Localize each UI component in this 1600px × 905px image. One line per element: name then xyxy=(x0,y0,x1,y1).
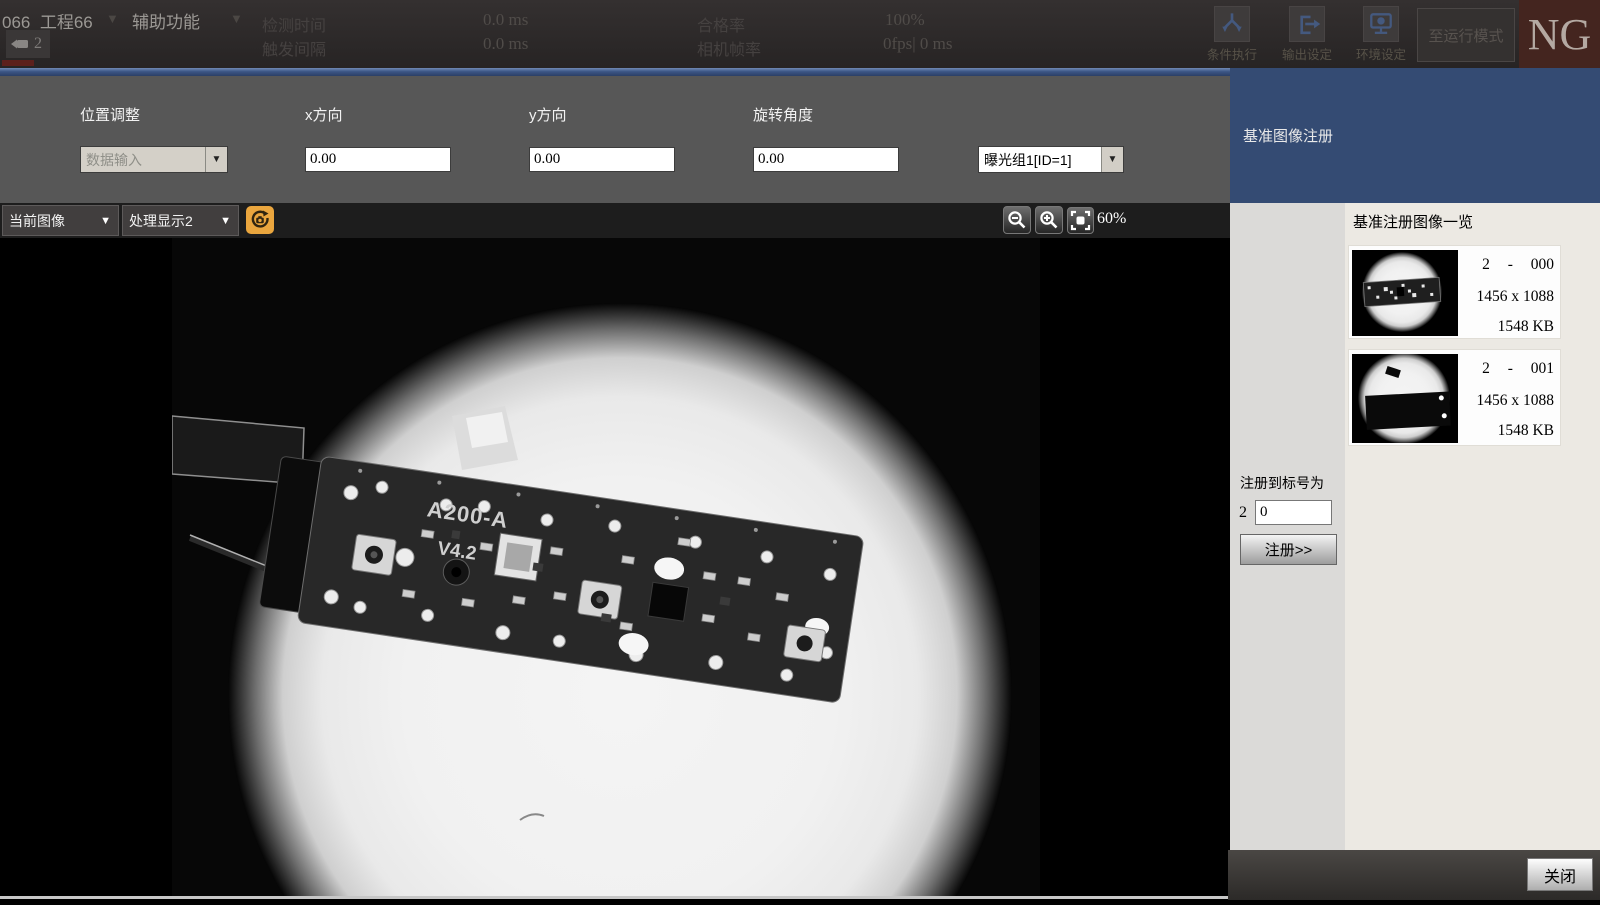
list-title: 基准注册图像一览 xyxy=(1353,211,1473,232)
status-badge: NG xyxy=(1519,0,1600,68)
list-item[interactable]: 2 - 000 1456 x 1088 1548 KB xyxy=(1348,245,1561,339)
camera-tab[interactable]: 2 xyxy=(6,30,50,58)
stat-value: 100% xyxy=(885,10,925,30)
chevron-down-icon: ▼ xyxy=(1101,147,1123,172)
project-dropdown-icon[interactable]: ▼ xyxy=(106,11,119,26)
target-index-field[interactable] xyxy=(1255,500,1332,525)
tool-label: 输出设定 xyxy=(1275,44,1339,63)
x-direction-label: x方向 xyxy=(305,104,343,125)
image-size: 1456 x 1088 xyxy=(1477,288,1555,306)
stat-value: 0.0 ms xyxy=(483,10,528,30)
environment-settings-button[interactable]: 环境设定 xyxy=(1349,6,1413,63)
image-source-select[interactable]: 当前图像 ▼ xyxy=(2,205,119,236)
registered-image-list: 基准注册图像一览 2 - 000 14 xyxy=(1345,203,1600,850)
selected-option: 曝光组1[ID=1] xyxy=(979,150,1101,170)
thumbnail-image xyxy=(1352,250,1458,336)
divider xyxy=(0,896,1228,899)
chevron-down-icon: ▼ xyxy=(220,215,238,227)
chevron-down-icon: ▼ xyxy=(205,147,227,172)
dialog-title: 基准图像注册 xyxy=(1243,125,1333,146)
camera-image: A200-A V4.2 xyxy=(172,238,1040,900)
tool-label: 条件执行 xyxy=(1200,44,1264,63)
stat-label: 触发间隔 xyxy=(262,36,326,60)
list-item[interactable]: 2 - 001 1456 x 1088 1548 KB xyxy=(1348,349,1561,446)
selected-option: 当前图像 xyxy=(3,211,100,231)
zoom-in-icon xyxy=(1038,209,1060,231)
y-direction-field[interactable] xyxy=(529,147,675,172)
close-button[interactable]: 关闭 xyxy=(1527,858,1593,891)
fit-screen-icon xyxy=(1070,210,1091,231)
stat-value: 0.0 ms xyxy=(483,34,528,54)
output-settings-button[interactable]: 输出设定 xyxy=(1275,6,1339,63)
register-target-panel: 注册到标号为 2 注册>> xyxy=(1230,203,1345,850)
camera-icon xyxy=(10,37,30,51)
target-group-number: 2 xyxy=(1239,504,1247,522)
flow-branch-icon xyxy=(1214,6,1250,42)
image-id: 2 - 000 xyxy=(1482,256,1554,274)
position-mode-select[interactable]: 数据输入 ▼ xyxy=(80,146,228,173)
selected-option: 数据输入 xyxy=(81,150,205,170)
rotation-angle-label: 旋转角度 xyxy=(753,104,813,125)
aux-dropdown-icon[interactable]: ▼ xyxy=(230,11,243,26)
dialog-footer: 关闭 xyxy=(1228,850,1600,900)
zoom-level: 60% xyxy=(1097,210,1126,228)
zoom-in-button[interactable] xyxy=(1035,206,1063,234)
thumbnail-image xyxy=(1352,354,1458,443)
position-adjust-label: 位置调整 xyxy=(80,104,140,125)
chevron-down-icon: ▼ xyxy=(100,215,118,227)
dialog-header: 基准图像注册 xyxy=(1230,68,1600,203)
top-bar: 066_工程66 ▼ 辅助功能 ▼ 2 检测时间 0.0 ms 触发间隔 0.0… xyxy=(0,0,1600,68)
stat-label: 合格率 xyxy=(697,12,745,36)
image-filesize: 1548 KB xyxy=(1498,422,1554,440)
exposure-group-select[interactable]: 曝光组1[ID=1] ▼ xyxy=(978,146,1124,173)
camera-view[interactable]: A200-A V4.2 xyxy=(0,238,1230,900)
export-icon xyxy=(1289,6,1325,42)
camera-refresh-icon xyxy=(249,209,271,231)
position-adjust-panel: 位置调整 数据输入 ▼ x方向 y方向 旋转角度 曝光组1[ID=1] ▼ xyxy=(0,76,1230,203)
register-target-label: 注册到标号为 xyxy=(1240,473,1324,493)
fit-to-screen-button[interactable] xyxy=(1067,207,1094,234)
refresh-camera-button[interactable] xyxy=(246,206,274,234)
stat-value: 0fps| 0 ms xyxy=(883,34,953,54)
x-direction-field[interactable] xyxy=(305,147,451,172)
tool-label: 环境设定 xyxy=(1349,44,1413,63)
y-direction-label: y方向 xyxy=(529,104,567,125)
selected-option: 处理显示2 xyxy=(123,211,220,231)
image-size: 1456 x 1088 xyxy=(1477,392,1555,410)
image-id: 2 - 001 xyxy=(1482,360,1554,378)
zoom-out-icon xyxy=(1006,209,1028,231)
aux-menu[interactable]: 辅助功能 xyxy=(132,8,200,33)
viewer-toolbar: 当前图像 ▼ 处理显示2 ▼ xyxy=(0,203,1230,238)
stat-label: 相机帧率 xyxy=(697,36,761,60)
run-mode-button[interactable]: 至运行模式 xyxy=(1417,8,1515,62)
rotation-angle-field[interactable] xyxy=(753,147,899,172)
stat-label: 检测时间 xyxy=(262,12,326,36)
monitor-gear-icon xyxy=(1363,6,1399,42)
camera-tab-number: 2 xyxy=(34,35,42,53)
camera-tab-indicator xyxy=(2,60,34,66)
zoom-out-button[interactable] xyxy=(1003,206,1031,234)
display-mode-select[interactable]: 处理显示2 ▼ xyxy=(122,205,239,236)
register-button[interactable]: 注册>> xyxy=(1240,534,1337,565)
condition-execute-button[interactable]: 条件执行 xyxy=(1200,6,1264,63)
image-filesize: 1548 KB xyxy=(1498,318,1554,336)
